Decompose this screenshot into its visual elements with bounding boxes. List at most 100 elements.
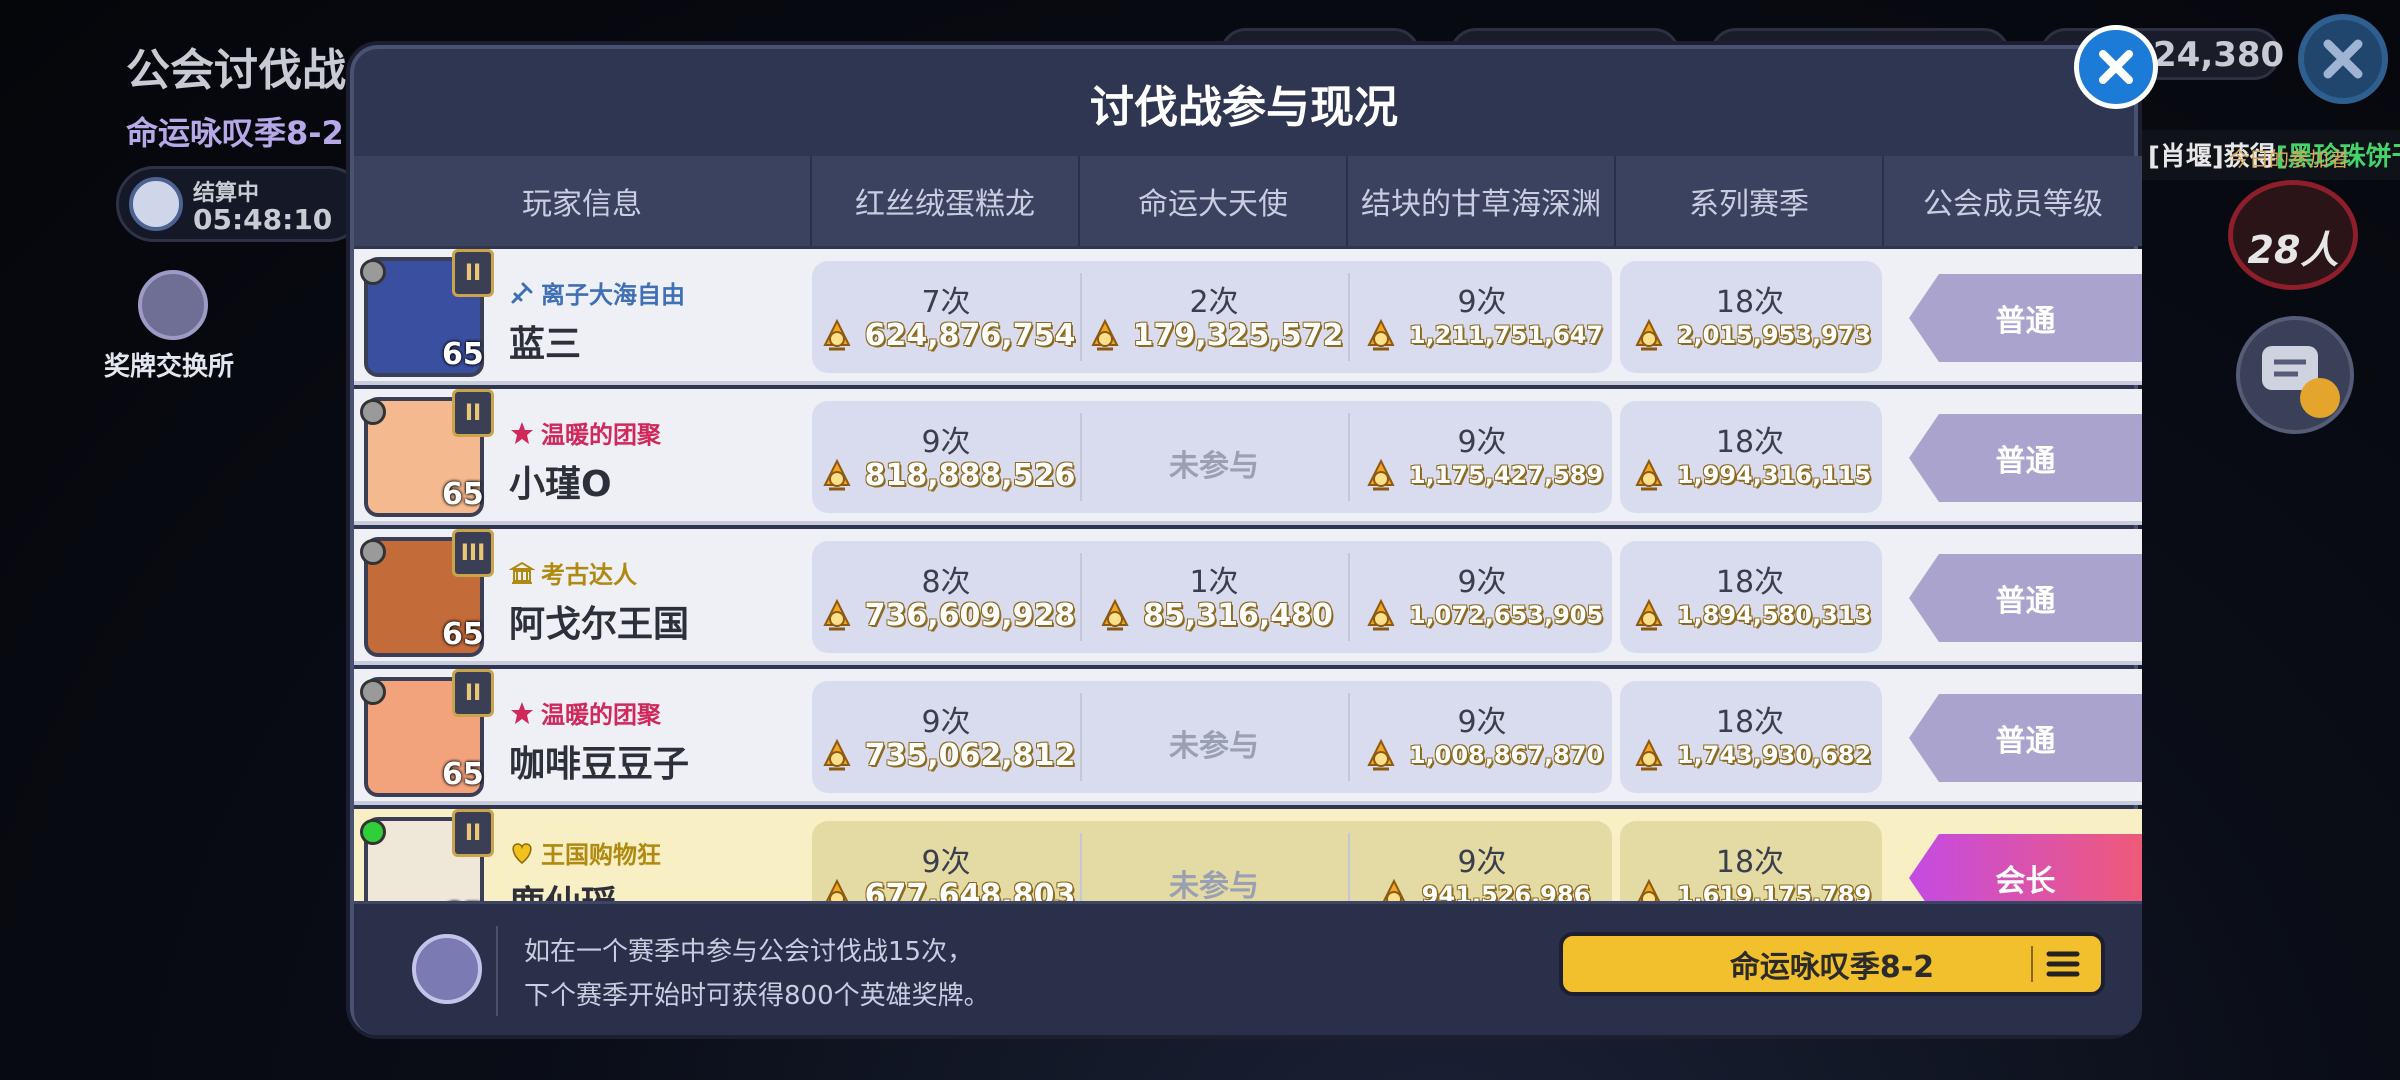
guild-title: 公会讨伐战 <box>126 45 346 96</box>
rank-badge-icon: II <box>452 249 494 297</box>
column-header-boss-3: 结块的甘草海深渊 <box>1348 156 1616 246</box>
score-trophy-icon <box>1101 598 1129 631</box>
chat-button[interactable] <box>2236 316 2354 434</box>
damage-score: 624,876,754 <box>812 315 1080 355</box>
damage-score: 818,888,526 <box>812 455 1080 495</box>
player-name: 咖啡豆豆子 <box>509 744 690 785</box>
not-participated: 未参与 <box>1169 869 1259 901</box>
rank-badge-icon: II <box>452 809 494 857</box>
rank-badge-icon: II <box>452 389 494 437</box>
damage-score-value: 736,609,928 <box>864 597 1076 633</box>
sword-icon <box>511 282 533 303</box>
damage-score-value: 1,994,316,115 <box>1676 461 1872 489</box>
damage-score: 1,743,930,682 <box>1616 735 1884 775</box>
score-trophy-icon <box>823 598 851 631</box>
rank-badge-icon: II <box>452 669 494 717</box>
close-icon <box>2099 50 2133 84</box>
player-title: 王国购物狂 <box>509 835 661 870</box>
player-level: 65 <box>442 477 484 512</box>
score-cell-c1: 7次 624,876,754 <box>812 261 1080 373</box>
status-dot <box>360 679 386 705</box>
menu-icon <box>2046 951 2080 977</box>
damage-score: 85,316,480 <box>1080 595 1348 635</box>
today-participants: 今日的参加者 28人 <box>2228 147 2358 290</box>
heart-icon <box>512 842 532 864</box>
score-cell-c4: 18次 1,994,316,115 <box>1616 401 1884 513</box>
season-selector[interactable]: 命运咏叹季8-2 <box>1559 932 2105 996</box>
score-cell-c1: 9次 818,888,526 <box>812 401 1080 513</box>
player-title-text: 考古达人 <box>541 561 637 589</box>
score-trophy-icon <box>1635 738 1663 771</box>
damage-score-value: 735,062,812 <box>864 737 1076 773</box>
member-rank-tag: 普通 <box>1909 694 2142 782</box>
damage-score-value: 2,015,953,973 <box>1676 321 1872 349</box>
column-header-member-rank: 公会成员等级 <box>1923 187 2103 222</box>
player-name: 蓝三 <box>509 324 582 365</box>
score-cell-c3: 9次 1,175,427,589 <box>1348 401 1616 513</box>
close-modal-button[interactable] <box>2074 25 2158 109</box>
score-trophy-icon <box>1367 318 1395 351</box>
damage-score: 677,648,803 <box>812 875 1080 901</box>
medal-exchange-label: 奖牌交换所 <box>104 352 235 382</box>
damage-score-value: 85,316,480 <box>1143 597 1333 633</box>
damage-score: 735,062,812 <box>812 735 1080 775</box>
damage-score: 1,175,427,589 <box>1348 455 1616 495</box>
status-dot <box>360 259 386 285</box>
player-level: 65 <box>442 337 484 372</box>
table-row[interactable]: II65王国购物狂鹿仙瑶9次677,648,803未参与9次941,526,98… <box>354 809 2142 901</box>
score-trophy-icon <box>1367 458 1395 491</box>
member-rank-tag: 会长 <box>1909 834 2142 901</box>
player-title-text: 王国购物狂 <box>541 841 661 869</box>
player-title: 考古达人 <box>509 555 637 590</box>
damage-score-value: 1,619,175,789 <box>1676 881 1872 901</box>
table-header: 玩家信息 红丝绒蛋糕龙 命运大天使 结块的甘草海深渊 系列赛季 公会成员等级 <box>354 156 2142 246</box>
score-trophy-icon <box>1637 878 1660 901</box>
damage-score-value: 1,072,653,905 <box>1408 601 1604 629</box>
damage-score: 736,609,928 <box>812 595 1080 635</box>
star-icon <box>511 421 533 444</box>
player-title: 温暖的团聚 <box>509 695 661 730</box>
member-rank-tag: 普通 <box>1909 554 2142 642</box>
game-screen: 公会讨伐战 命运咏叹季8-2 结算中 05:48:10 奖牌交换所 24,380… <box>0 0 2400 1080</box>
score-cell-c1: 9次 677,648,803 <box>812 821 1080 901</box>
damage-score: 2,015,953,973 <box>1616 315 1884 355</box>
not-participated: 未参与 <box>1169 449 1259 484</box>
table-row[interactable]: II 65 离子大海自由 蓝三 7次 624,876,754 2次 179,325,572 9次… <box>354 249 2142 385</box>
player-name: 小瑾O <box>509 464 612 505</box>
timer-panel: 结算中 05:48:10 <box>116 166 366 242</box>
rank-badge-icon: III <box>452 529 494 577</box>
table-row[interactable]: II 65 温暖的团聚 小瑾O 9次 818,888,526 未参与 9次 1,175,427,… <box>354 389 2142 525</box>
damage-score: 1,008,867,870 <box>1348 735 1616 775</box>
medal-icon <box>138 270 208 340</box>
season-label: 命运咏叹季8-2 <box>126 114 344 152</box>
score-trophy-icon <box>1382 878 1405 901</box>
damage-score-value: 1,008,867,870 <box>1408 741 1604 769</box>
score-trophy-icon <box>825 878 848 901</box>
footer-note: 如在一个赛季中参与公会讨伐战15次， 下个赛季开始时可获得800个英雄奖牌。 <box>524 930 990 1018</box>
participation-table[interactable]: II 65 离子大海自由 蓝三 7次 624,876,754 2次 179,325,572 9次… <box>354 249 2142 901</box>
today-participants-value: 28人 <box>2247 228 2339 272</box>
damage-score: 179,325,572 <box>1080 315 1348 355</box>
player-name: 阿戈尔王国 <box>509 604 690 645</box>
score-cell-c1: 9次 735,062,812 <box>812 681 1080 793</box>
damage-score: 1,619,175,789 <box>1616 875 1884 901</box>
modal-footer: 如在一个赛季中参与公会讨伐战15次， 下个赛季开始时可获得800个英雄奖牌。 命… <box>354 901 2142 1035</box>
damage-score-value: 1,894,580,313 <box>1676 601 1872 629</box>
damage-score-value: 677,648,803 <box>864 877 1076 902</box>
score-cell-c3: 9次 1,211,751,647 <box>1348 261 1616 373</box>
damage-score-value: 1,211,751,647 <box>1408 321 1604 349</box>
damage-score-value: 1,743,930,682 <box>1676 741 1872 769</box>
medal-exchange-button[interactable]: 奖牌交换所 <box>104 270 244 382</box>
score-cell-c3: 9次 1,008,867,870 <box>1348 681 1616 793</box>
status-dot <box>360 539 386 565</box>
score-cell-c4: 18次 1,743,930,682 <box>1616 681 1884 793</box>
member-rank-tag: 普通 <box>1909 414 2142 502</box>
score-cell-c4: 18次 2,015,953,973 <box>1616 261 1884 373</box>
score-trophy-icon <box>823 458 851 491</box>
table-row[interactable]: II 65 温暖的团聚 咖啡豆豆子 9次 735,062,812 未参与 9次 1,008,86… <box>354 669 2142 805</box>
damage-score: 1,894,580,313 <box>1616 595 1884 635</box>
table-row[interactable]: III 65 考古达人 阿戈尔王国 8次 736,609,928 1次 85,316,480 9… <box>354 529 2142 665</box>
score-cell-c4: 18次 1,894,580,313 <box>1616 541 1884 653</box>
score-cell-c1: 8次 736,609,928 <box>812 541 1080 653</box>
close-background-button[interactable] <box>2298 14 2388 104</box>
